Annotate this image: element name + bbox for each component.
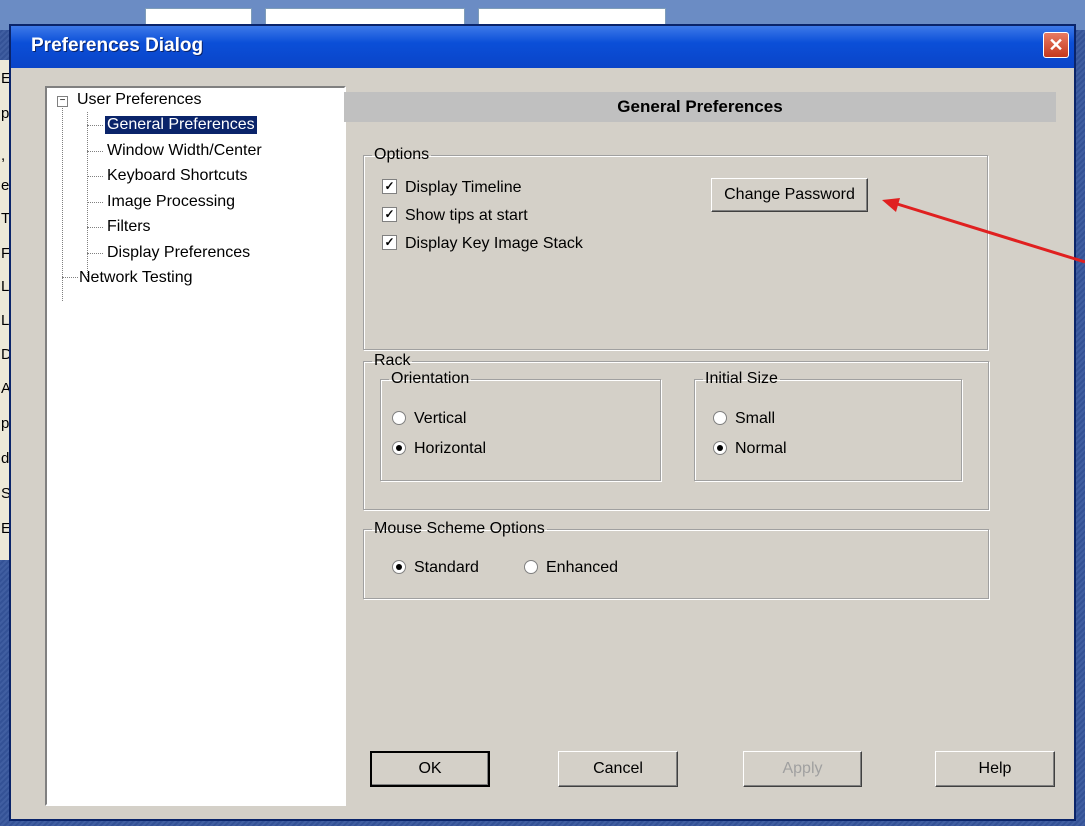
radio-label: Normal [735,440,787,457]
radio-selected-icon[interactable] [713,440,727,455]
tree-item-network-testing[interactable]: Network Testing [79,269,193,287]
title-bar[interactable]: Preferences Dialog ✕ [11,26,1074,68]
mouse-scheme-enhanced-radio[interactable]: Enhanced [524,559,618,577]
tree-item-filters[interactable]: Filters [107,218,151,236]
radio-label: Enhanced [546,559,619,576]
mouse-scheme-standard-radio[interactable]: Standard [392,559,479,577]
orientation-legend: Orientation [391,370,470,387]
apply-button[interactable]: Apply [743,751,862,787]
rack-legend: Rack [374,352,411,369]
radio-label: Horizontal [414,440,487,457]
options-legend: Options [374,146,430,163]
radio-label: Vertical [414,410,467,427]
tree-item-general-preferences[interactable]: General Preferences [105,116,257,134]
tree-connector [87,253,103,254]
show-tips-checkbox[interactable]: ✓ Show tips at start [382,207,528,225]
change-password-button[interactable]: Change Password [711,178,868,212]
radio-selected-icon[interactable] [392,559,406,574]
dialog-title: Preferences Dialog [31,35,204,56]
initial-size-normal-radio[interactable]: Normal [713,440,787,458]
cancel-button[interactable]: Cancel [558,751,678,787]
tree-item-keyboard-shortcuts[interactable]: Keyboard Shortcuts [107,167,248,185]
tree-item-image-processing[interactable]: Image Processing [107,193,235,211]
tree-connector [87,176,103,177]
orientation-vertical-radio[interactable]: Vertical [392,410,466,428]
radio-label: Standard [414,559,479,576]
display-timeline-checkbox[interactable]: ✓ Display Timeline [382,179,521,197]
radio-selected-icon[interactable] [392,440,406,455]
checkbox-label: Display Timeline [405,179,522,196]
collapse-toggle-icon[interactable]: − [57,96,68,107]
checkbox-check-icon[interactable]: ✓ [382,207,397,223]
tree-connector [87,202,103,203]
initial-size-small-radio[interactable]: Small [713,410,775,428]
close-button[interactable]: ✕ [1043,32,1069,58]
mouse-scheme-legend: Mouse Scheme Options [374,520,545,537]
checkbox-check-icon[interactable]: ✓ [382,179,397,195]
annotation-arrow-icon [882,198,1085,264]
help-button[interactable]: Help [935,751,1055,787]
background-letter: , [1,147,6,164]
preferences-dialog: Preferences Dialog ✕ − User Preferences … [9,24,1076,821]
radio-unselected-icon[interactable] [392,410,406,425]
tree-connector [87,151,103,152]
tree-item-user-preferences[interactable]: User Preferences [77,91,202,109]
minus-icon: − [59,95,66,106]
tree-connector [87,227,103,228]
checkbox-label: Display Key Image Stack [405,235,583,252]
checkbox-check-icon[interactable]: ✓ [382,235,397,251]
checkbox-label: Show tips at start [405,207,528,224]
panel-title: General Preferences [344,92,1056,122]
ok-button[interactable]: OK [370,751,490,787]
initial-size-legend: Initial Size [705,370,778,387]
tree-item-window-width-center[interactable]: Window Width/Center [107,142,262,160]
tree-connector [62,277,78,278]
preferences-tree[interactable]: − User Preferences General Preferences W… [45,86,346,806]
display-key-image-stack-checkbox[interactable]: ✓ Display Key Image Stack [382,235,583,253]
radio-unselected-icon[interactable] [524,559,538,574]
tree-connector [62,108,63,301]
orientation-horizontal-radio[interactable]: Horizontal [392,440,486,458]
tree-connector [87,125,103,126]
radio-unselected-icon[interactable] [713,410,727,425]
radio-label: Small [735,410,776,427]
close-icon: ✕ [1048,35,1064,55]
tree-item-display-preferences[interactable]: Display Preferences [107,244,250,262]
